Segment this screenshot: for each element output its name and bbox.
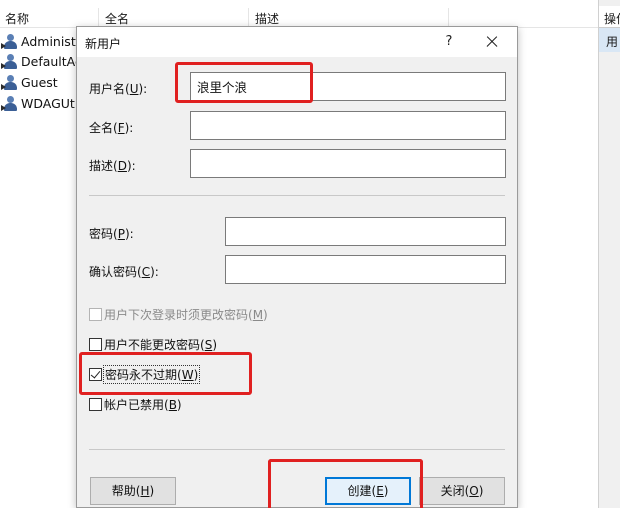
- user-icon: [1, 33, 18, 49]
- close-button[interactable]: 关闭(O): [419, 477, 505, 505]
- divider: [89, 195, 505, 196]
- checkbox-label: 密码永不过期(W): [102, 365, 201, 384]
- password-never-expires-checkbox[interactable]: 密码永不过期(W): [89, 365, 201, 384]
- actions-panel: 操作 用: [598, 0, 620, 508]
- list-column-headers: 名称 全名 描述: [0, 6, 598, 28]
- new-user-dialog: 新用户 ? 用户名(U): 全名(F): 描述(D): 密码(P): 确认密码(…: [76, 26, 518, 508]
- list-item[interactable]: DefaultAc: [1, 51, 82, 71]
- dialog-title: 新用户: [85, 37, 122, 51]
- account-disabled-checkbox[interactable]: 帐户已禁用(B): [89, 396, 182, 413]
- column-divider[interactable]: [98, 8, 99, 28]
- list-item-label: Guest: [21, 74, 58, 90]
- help-icon[interactable]: ?: [439, 32, 459, 52]
- username-field[interactable]: [190, 72, 506, 101]
- column-header-name[interactable]: 名称: [5, 10, 29, 27]
- full-name-field[interactable]: [190, 111, 506, 140]
- column-divider[interactable]: [448, 8, 449, 28]
- full-name-label: 全名(F):: [89, 121, 134, 135]
- list-item-label: DefaultAc: [21, 53, 82, 69]
- checkbox-label: 用户下次登录时须更改密码(M): [104, 308, 268, 322]
- cannot-change-password-checkbox[interactable]: 用户不能更改密码(S): [89, 336, 217, 353]
- user-icon: [1, 53, 18, 69]
- create-button[interactable]: 创建(E): [325, 477, 411, 505]
- checkbox-label: 用户不能更改密码(S): [104, 338, 217, 352]
- column-header-description[interactable]: 描述: [255, 10, 279, 27]
- actions-panel-item[interactable]: 用: [599, 28, 620, 52]
- help-button[interactable]: 帮助(H): [90, 477, 176, 505]
- list-item[interactable]: WDAGUti: [1, 93, 79, 113]
- confirm-password-field[interactable]: [225, 255, 506, 284]
- confirm-password-label: 确认密码(C):: [89, 265, 159, 279]
- list-item-label: WDAGUti: [21, 95, 79, 111]
- checkbox-box[interactable]: [89, 368, 102, 381]
- list-item-label: Administr: [21, 33, 81, 49]
- actions-panel-header: 操作: [599, 6, 620, 28]
- password-field[interactable]: [225, 217, 506, 246]
- password-label: 密码(P):: [89, 227, 134, 241]
- column-divider[interactable]: [248, 8, 249, 28]
- description-field[interactable]: [190, 149, 506, 178]
- must-change-password-checkbox[interactable]: 用户下次登录时须更改密码(M): [89, 306, 268, 323]
- list-item[interactable]: Guest: [1, 72, 58, 92]
- close-icon[interactable]: [479, 31, 505, 53]
- checkbox-box[interactable]: [89, 308, 102, 321]
- user-icon: [1, 74, 18, 90]
- description-label: 描述(D):: [89, 159, 136, 173]
- column-header-full-name[interactable]: 全名: [105, 10, 129, 27]
- username-label: 用户名(U):: [89, 82, 148, 96]
- checkbox-box[interactable]: [89, 338, 102, 351]
- checkbox-label: 帐户已禁用(B): [104, 398, 182, 412]
- divider: [89, 449, 505, 450]
- dialog-titlebar[interactable]: 新用户 ?: [77, 27, 517, 57]
- user-icon: [1, 95, 18, 111]
- checkbox-box[interactable]: [89, 398, 102, 411]
- list-item[interactable]: Administr: [1, 31, 81, 51]
